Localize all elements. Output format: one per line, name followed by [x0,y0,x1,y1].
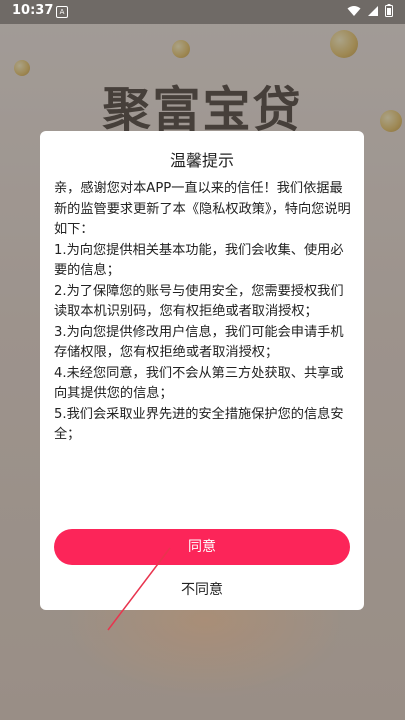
agree-button[interactable]: 同意 [54,529,350,565]
terms-item: 3.为向您提供修改用户信息，我们可能会申请手机存储权限，您有权拒绝或者取消授权； [54,324,344,361]
terms-item: 4.未经您同意，我们不会从第三方处获取、共享或向其提供您的信息； [54,365,344,402]
terms-item: 1.为向您提供相关基本功能，我们会收集、使用必要的信息； [54,242,344,279]
privacy-dialog: 温馨提示 亲，感谢您对本APP一直以来的信任！我们依据最新的监管要求更新了本《隐… [40,131,364,610]
wifi-icon [347,5,361,16]
dialog-title: 温馨提示 [169,151,234,170]
terms-item: 2.为了保障您的账号与使用安全，您需要授权我们读取本机识别码，您有权拒绝或者取消… [54,283,344,320]
status-bar: 10:37 A [0,0,405,24]
terms-item: 5.我们会采取业界先进的安全措施保护您的信息安全； [54,406,344,443]
notification-icon: A [56,6,68,18]
battery-icon [385,4,393,17]
signal-icon [368,5,378,16]
status-time: 10:37 [12,3,54,18]
dialog-body: 亲，感谢您对本APP一直以来的信任！我们依据最新的监管要求更新了本《隐私权政策》… [54,179,352,446]
intro-paragraph: 亲，感谢您对本APP一直以来的信任！我们依据最新的监管要求更新了本《隐私权政策》… [54,181,351,237]
status-indicators [347,4,393,17]
disagree-button[interactable]: 不同意 [40,579,364,599]
